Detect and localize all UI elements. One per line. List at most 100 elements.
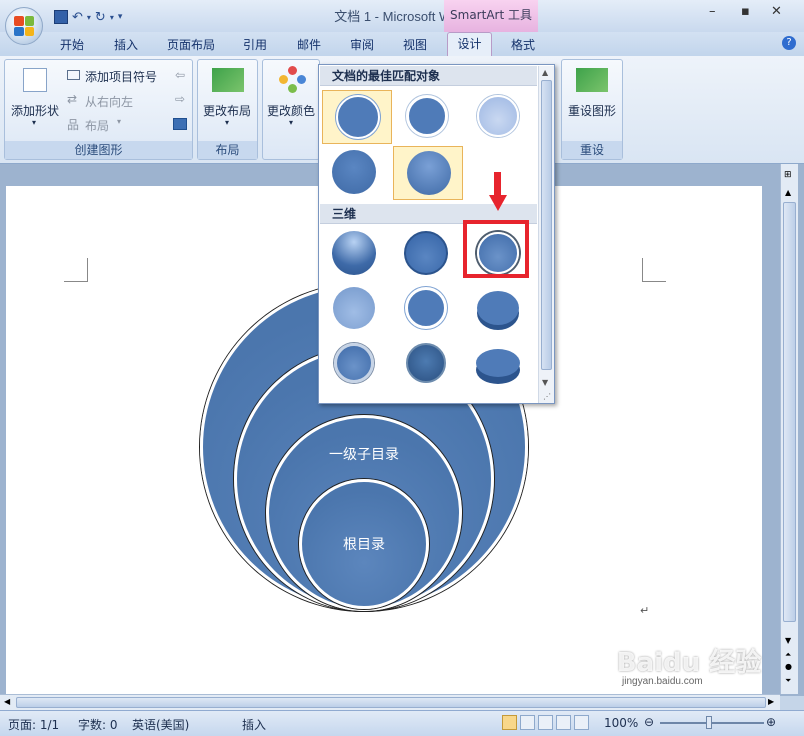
close-icon[interactable]: ✕ — [771, 4, 782, 19]
vertical-scrollbar[interactable]: ⊞ ▲ ▼ ⏶ ● ⏷ — [780, 164, 798, 694]
style-3d-flat-scene[interactable] — [469, 337, 527, 389]
tab-references[interactable]: 引用 — [243, 36, 267, 53]
rtl-button[interactable]: 从右向左 — [85, 93, 133, 110]
tab-page-layout[interactable]: 页面布局 — [167, 36, 215, 53]
change-color-button[interactable]: 更改颜色 — [267, 102, 315, 119]
full-screen-icon[interactable] — [520, 715, 535, 730]
style-moderate-effect[interactable] — [325, 146, 383, 198]
add-bullet-button[interactable]: 添加项目符号 — [85, 68, 157, 85]
zoom-in-icon[interactable]: ⊕ — [766, 715, 776, 729]
scroll-up-icon[interactable]: ▲ — [542, 68, 548, 77]
highlight-box — [463, 220, 529, 278]
margin-mark — [642, 258, 666, 282]
tab-design[interactable]: 设计 — [447, 32, 492, 56]
web-layout-icon[interactable] — [538, 715, 553, 730]
gallery-section-header: 文档的最佳匹配对象 — [320, 66, 537, 86]
rtl-icon: ⇄ — [67, 92, 78, 106]
change-color-icon — [279, 66, 307, 96]
scroll-down-icon[interactable]: ▼ — [542, 378, 548, 387]
promote-icon[interactable]: ⇦ — [175, 68, 185, 82]
print-layout-icon[interactable] — [502, 715, 517, 730]
root-label: 根目录 — [343, 537, 385, 553]
language[interactable]: 英语(美国) — [132, 716, 189, 733]
baidu-watermark-logo: Baidu 经验 — [616, 648, 762, 678]
style-subtle-effect[interactable] — [469, 90, 527, 142]
gallery-scrollbar[interactable]: ▲ ▼ — [538, 66, 554, 403]
bullet-icon — [67, 70, 80, 80]
scroll-right-icon[interactable]: ▶ — [768, 697, 774, 706]
chevron-down-icon: ▾ — [32, 118, 37, 127]
horizontal-scrollbar[interactable]: ◀ ▶ — [0, 694, 780, 710]
scroll-down-icon[interactable]: ▼ — [785, 636, 791, 645]
paragraph-mark: ↵ — [640, 604, 650, 617]
scroll-up-icon[interactable]: ▲ — [785, 188, 791, 197]
add-shape-button[interactable]: 添加形状 — [11, 102, 59, 119]
tab-home[interactable]: 开始 — [60, 36, 84, 53]
word-count[interactable]: 字数: 0 — [78, 716, 118, 733]
maximize-icon[interactable]: ▪ — [741, 4, 750, 19]
style-3d-inset[interactable] — [397, 227, 455, 279]
style-simple-fill[interactable] — [322, 90, 392, 144]
style-3d-brick-scene[interactable] — [397, 282, 455, 334]
insert-mode[interactable]: 插入 — [242, 716, 266, 733]
zoom-slider-thumb[interactable] — [706, 716, 712, 729]
layout-button[interactable]: 布局 — [85, 117, 109, 134]
group-label: 重设 — [562, 141, 622, 159]
tab-mailings[interactable]: 邮件 — [297, 36, 321, 53]
draft-icon[interactable] — [574, 715, 589, 730]
style-white-outline[interactable] — [398, 90, 456, 142]
outline-icon[interactable] — [556, 715, 571, 730]
page-count[interactable]: 页面: 1/1 — [8, 716, 59, 733]
annotation-arrow-shaft — [494, 172, 501, 196]
reset-graphic-button[interactable]: 重设图形 — [568, 102, 616, 119]
level1-label: 一级子目录 — [329, 447, 399, 463]
demote-icon[interactable]: ⇨ — [175, 92, 185, 106]
margin-mark — [64, 258, 88, 282]
watermark-url: jingyan.baidu.com — [622, 676, 703, 687]
scroll-thumb[interactable] — [541, 80, 552, 370]
style-3d-sunset[interactable] — [397, 337, 455, 389]
zoom-level[interactable]: 100% — [604, 716, 638, 730]
window-title: 文档 1 - Microsoft Word — [334, 9, 470, 24]
style-3d-birds-eye[interactable] — [469, 282, 527, 334]
shape-root[interactable]: 根目录 — [299, 479, 429, 609]
reset-group: 重设图形 重设 — [561, 59, 623, 160]
office-logo-icon — [14, 16, 34, 36]
style-intense-effect[interactable] — [393, 146, 463, 200]
prev-page-icon[interactable]: ⏶ — [785, 650, 791, 660]
text-pane-icon[interactable] — [173, 118, 187, 130]
status-bar: 页面: 1/1 字数: 0 英语(美国) 插入 100% ⊖ ⊕ — [0, 710, 804, 736]
annotation-arrow-head — [489, 195, 507, 211]
zoom-slider[interactable] — [660, 722, 764, 724]
style-3d-metallic[interactable] — [325, 337, 383, 389]
help-icon[interactable]: ? — [782, 36, 796, 50]
layout-group: 更改布局 ▾ 布局 — [197, 59, 258, 160]
tab-format[interactable]: 格式 — [511, 36, 535, 53]
minimize-icon[interactable]: – — [709, 4, 716, 19]
scroll-left-icon[interactable]: ◀ — [4, 697, 10, 706]
add-shape-icon — [23, 68, 47, 92]
scroll-thumb[interactable] — [16, 697, 766, 708]
reset-graphic-icon — [576, 68, 608, 92]
style-3d-powder[interactable] — [325, 282, 383, 334]
scroll-thumb[interactable] — [783, 202, 796, 622]
zoom-out-icon[interactable]: ⊖ — [644, 715, 654, 729]
style-3d-polished[interactable] — [325, 227, 383, 279]
tab-insert[interactable]: 插入 — [114, 36, 138, 53]
create-graphic-group: 添加形状 ▾ 添加项目符号 ⇄ 从右向左 品 布局 ▾ ⇦ ⇨ 创建图形 — [4, 59, 193, 160]
resize-grip-icon[interactable]: ⋰ — [543, 392, 551, 401]
tab-review[interactable]: 审阅 — [350, 36, 374, 53]
change-layout-icon — [212, 68, 244, 92]
view-buttons — [502, 715, 592, 731]
smartart-tools-label: SmartArt 工具 — [444, 0, 538, 32]
office-button[interactable] — [5, 7, 43, 45]
next-page-icon[interactable]: ⏷ — [785, 676, 791, 686]
browse-object-icon[interactable]: ● — [785, 662, 792, 671]
tab-view[interactable]: 视图 — [403, 36, 427, 53]
change-layout-button[interactable]: 更改布局 — [203, 102, 251, 119]
color-group: 更改颜色 ▾ — [262, 59, 320, 160]
chevron-down-icon: ▾ — [289, 118, 294, 127]
ruler-toggle-icon[interactable]: ⊞ — [784, 170, 792, 180]
chevron-down-icon: ▾ — [117, 117, 122, 126]
group-label: 布局 — [198, 141, 257, 159]
